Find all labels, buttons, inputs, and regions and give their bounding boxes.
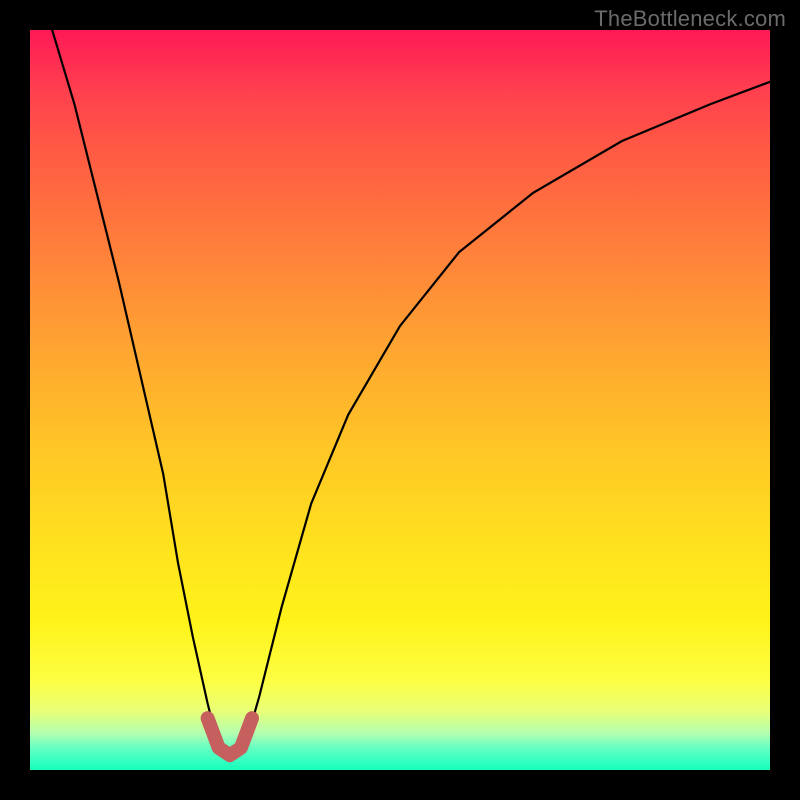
chart-container: TheBottleneck.com [0, 0, 800, 800]
right-curve [245, 82, 770, 748]
curve-layer [30, 30, 770, 770]
valley-outline [208, 718, 252, 755]
left-curve [52, 30, 219, 748]
plot-area [30, 30, 770, 770]
watermark-text: TheBottleneck.com [594, 6, 786, 32]
